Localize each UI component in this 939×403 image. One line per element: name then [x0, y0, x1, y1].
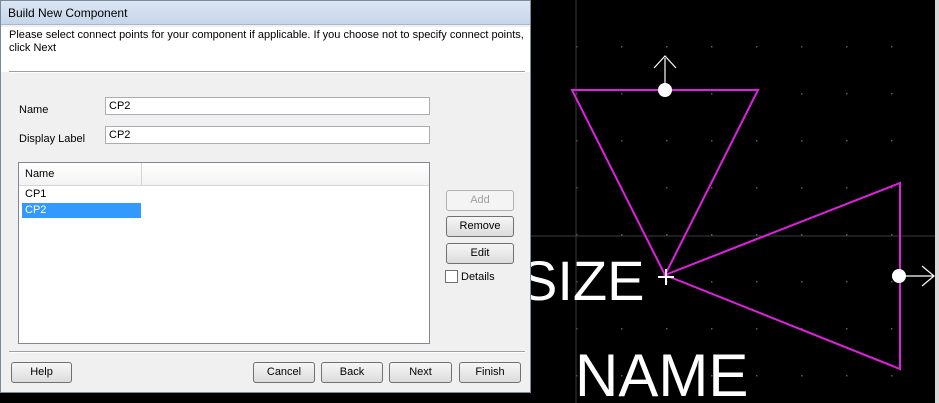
grid-dot: [711, 234, 713, 236]
list-item-cp2[interactable]: CP2: [22, 203, 141, 218]
grid-dot: [756, 140, 758, 142]
grid-dot: [891, 328, 893, 330]
instructions-text: Please select connect points for your co…: [9, 29, 524, 66]
grid-dot: [891, 281, 893, 283]
grid-dot: [801, 187, 803, 189]
header-separator: [9, 71, 525, 73]
footer-separator: [9, 351, 525, 353]
grid-dot: [801, 281, 803, 283]
grid-dot: [846, 328, 848, 330]
grid-dot: [756, 281, 758, 283]
grid-dot: [846, 46, 848, 48]
grid-dot: [711, 328, 713, 330]
edit-button[interactable]: Edit: [446, 243, 514, 264]
size-attribute-text[interactable]: SIZE: [520, 249, 644, 312]
grid-dot: [666, 46, 668, 48]
right-edge-strip: [935, 0, 939, 403]
finish-button[interactable]: Finish: [459, 362, 521, 383]
grid-dot: [891, 140, 893, 142]
grid-dot: [846, 187, 848, 189]
grid-dot: [711, 281, 713, 283]
grid-dot: [891, 93, 893, 95]
list-item-cp1[interactable]: CP1: [22, 187, 141, 202]
add-button[interactable]: Add: [446, 190, 514, 211]
grid-dot: [891, 375, 893, 377]
name-attribute-text[interactable]: NAME: [575, 342, 748, 403]
grid-dot: [846, 234, 848, 236]
grid-dot: [711, 140, 713, 142]
list-header: Name: [19, 163, 429, 186]
cancel-button[interactable]: Cancel: [253, 362, 315, 383]
grid-dot: [666, 328, 668, 330]
grid-dot: [846, 140, 848, 142]
grid-dot: [666, 140, 668, 142]
name-field[interactable]: [105, 97, 430, 115]
grid-dot: [756, 375, 758, 377]
details-label: Details: [461, 271, 495, 283]
display-label-label: Display Label: [19, 133, 86, 145]
grid-dot: [756, 187, 758, 189]
grid-dot: [711, 187, 713, 189]
dialog-title: Build New Component: [8, 6, 128, 20]
column-header-name[interactable]: Name: [19, 163, 142, 185]
grid-dot: [801, 46, 803, 48]
grid-dot: [621, 234, 623, 236]
grid-dot: [846, 281, 848, 283]
grid-dot: [801, 234, 803, 236]
grid-dot: [621, 93, 623, 95]
grid-dot: [801, 93, 803, 95]
grid-dot: [666, 187, 668, 189]
grid-dot: [711, 93, 713, 95]
back-button[interactable]: Back: [321, 362, 383, 383]
connect-points-list[interactable]: Name CP1 CP2: [18, 162, 430, 344]
grid-dot: [756, 46, 758, 48]
remove-button[interactable]: Remove: [446, 216, 514, 237]
grid-dot: [846, 93, 848, 95]
grid-dot: [621, 46, 623, 48]
grid-dot: [621, 140, 623, 142]
grid-dot: [756, 234, 758, 236]
grid-dot: [846, 375, 848, 377]
build-new-component-dialog: Build New Component Please select connec…: [0, 0, 531, 393]
details-checkbox[interactable]: [445, 270, 458, 283]
grid-dot: [891, 234, 893, 236]
grid-dot: [666, 234, 668, 236]
grid-dot: [711, 46, 713, 48]
help-button[interactable]: Help: [11, 362, 72, 383]
grid-dot: [756, 328, 758, 330]
grid-dot: [621, 328, 623, 330]
grid-dot: [801, 140, 803, 142]
next-button[interactable]: Next: [389, 362, 452, 383]
display-label-field[interactable]: [105, 126, 430, 144]
name-label: Name: [19, 104, 49, 116]
grid-dot: [801, 375, 803, 377]
grid-dot: [891, 46, 893, 48]
dialog-titlebar[interactable]: Build New Component: [1, 1, 530, 25]
